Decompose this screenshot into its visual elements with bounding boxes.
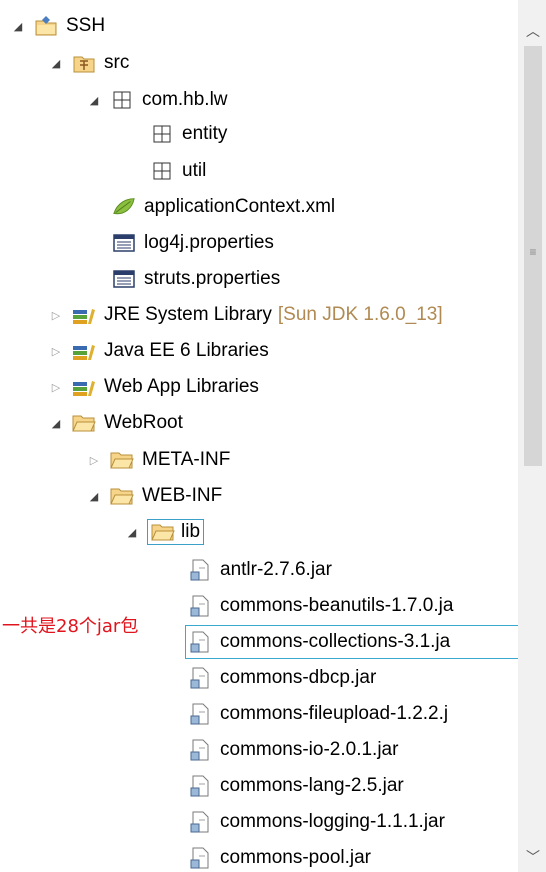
tree-item-webroot[interactable]: ◢ WebRoot bbox=[48, 405, 183, 441]
tree-item-decoration: [Sun JDK 1.6.0_13] bbox=[277, 304, 443, 325]
tree-item-label: log4j.properties bbox=[144, 232, 274, 253]
tree-item-jar[interactable]: commons-beanutils-1.7.0.ja bbox=[188, 588, 453, 624]
tree-item-label: com.hb.lw bbox=[142, 89, 228, 110]
properties-file-icon bbox=[112, 267, 136, 291]
tree-item-label: Java EE 6 Libraries bbox=[104, 340, 269, 361]
collapsed-triangle-icon[interactable]: ▷ bbox=[86, 452, 102, 468]
tree-item-jre[interactable]: ▷ JRE System Library [Sun JDK 1.6.0_13] bbox=[48, 297, 443, 333]
folder-icon bbox=[110, 484, 134, 508]
tree-item-metainf[interactable]: ▷ META-INF bbox=[86, 442, 231, 478]
spring-xml-icon bbox=[112, 195, 136, 219]
tree-item-label: JRE System Library bbox=[104, 304, 272, 325]
hover-selection-box bbox=[185, 625, 518, 659]
properties-file-icon bbox=[112, 231, 136, 255]
jar-icon bbox=[188, 846, 212, 870]
collapsed-triangle-icon[interactable]: ▷ bbox=[48, 379, 64, 395]
expanded-triangle-icon[interactable]: ◢ bbox=[86, 92, 102, 108]
jar-icon bbox=[188, 594, 212, 618]
collapsed-triangle-icon[interactable]: ▷ bbox=[48, 307, 64, 323]
tree-item-label: Web App Libraries bbox=[104, 376, 259, 397]
expanded-triangle-icon[interactable]: ◢ bbox=[48, 55, 64, 71]
jar-icon bbox=[188, 810, 212, 834]
jar-icon bbox=[188, 702, 212, 726]
expanded-triangle-icon[interactable]: ◢ bbox=[86, 488, 102, 504]
tree-item-lib-selection: lib bbox=[146, 519, 205, 545]
folder-icon bbox=[110, 448, 134, 472]
collapsed-triangle-icon[interactable]: ▷ bbox=[48, 343, 64, 359]
tree-item-log4j[interactable]: log4j.properties bbox=[112, 225, 274, 261]
jar-icon bbox=[188, 774, 212, 798]
package-explorer-tree: ◢ SSH ◢ src ◢ com.hb.lw entity util appl… bbox=[0, 0, 518, 872]
tree-item-jar[interactable]: commons-logging-1.1.1.jar bbox=[188, 804, 445, 840]
jar-icon bbox=[188, 738, 212, 762]
scroll-down-icon[interactable]: ﹀ bbox=[524, 848, 542, 866]
tree-item-util[interactable]: util bbox=[150, 153, 206, 189]
tree-item-webapp[interactable]: ▷ Web App Libraries bbox=[48, 369, 259, 405]
vertical-scrollbar[interactable]: ︿ ≡ ﹀ bbox=[518, 0, 546, 872]
tree-item-label: commons-io-2.0.1.jar bbox=[220, 739, 399, 760]
folder-icon bbox=[151, 520, 175, 544]
tree-item-lib[interactable]: ◢ lib bbox=[124, 514, 205, 550]
library-icon bbox=[72, 375, 96, 399]
tree-item-jar[interactable]: commons-fileupload-1.2.2.j bbox=[188, 696, 448, 732]
tree-item-label: commons-dbcp.jar bbox=[220, 667, 377, 688]
package-icon bbox=[150, 122, 174, 146]
annotation-text: 一共是28个jar包 bbox=[2, 616, 139, 637]
tree-item-label: WebRoot bbox=[104, 412, 183, 433]
expanded-triangle-icon[interactable]: ◢ bbox=[48, 415, 64, 431]
expanded-triangle-icon[interactable]: ◢ bbox=[10, 18, 26, 34]
library-icon bbox=[72, 303, 96, 327]
package-icon bbox=[110, 88, 134, 112]
tree-item-label: SSH bbox=[66, 15, 106, 36]
tree-item-label: applicationContext.xml bbox=[144, 196, 336, 217]
tree-item-label: commons-beanutils-1.7.0.ja bbox=[220, 595, 454, 616]
tree-item-label: antlr-2.7.6.jar bbox=[220, 559, 332, 580]
tree-item-jar[interactable]: commons-dbcp.jar bbox=[188, 660, 376, 696]
scroll-up-icon[interactable]: ︿ bbox=[524, 22, 542, 40]
tree-item-label: src bbox=[104, 52, 130, 73]
tree-item-project[interactable]: ◢ SSH bbox=[10, 8, 105, 44]
folder-icon bbox=[72, 411, 96, 435]
package-icon bbox=[150, 159, 174, 183]
tree-item-label: lib bbox=[181, 521, 201, 542]
source-folder-icon bbox=[72, 51, 96, 75]
tree-item-label: struts.properties bbox=[144, 268, 281, 289]
tree-item-label: commons-pool.jar bbox=[220, 847, 371, 868]
tree-item-label: WEB-INF bbox=[142, 485, 223, 506]
tree-item-entity[interactable]: entity bbox=[150, 116, 227, 152]
tree-item-jar[interactable]: commons-io-2.0.1.jar bbox=[188, 732, 398, 768]
library-icon bbox=[72, 339, 96, 363]
tree-item-jar[interactable]: antlr-2.7.6.jar bbox=[188, 552, 332, 588]
tree-item-src[interactable]: ◢ src bbox=[48, 45, 130, 81]
expanded-triangle-icon[interactable]: ◢ bbox=[124, 524, 140, 540]
project-icon bbox=[34, 14, 58, 38]
tree-item-jar[interactable]: commons-lang-2.5.jar bbox=[188, 768, 404, 804]
tree-item-label: util bbox=[182, 160, 207, 181]
tree-item-webinf[interactable]: ◢ WEB-INF bbox=[86, 478, 222, 514]
jar-icon bbox=[188, 558, 212, 582]
tree-item-label: commons-lang-2.5.jar bbox=[220, 775, 404, 796]
tree-item-javaee[interactable]: ▷ Java EE 6 Libraries bbox=[48, 333, 269, 369]
tree-item-appctx[interactable]: applicationContext.xml bbox=[112, 189, 335, 225]
tree-item-label: commons-logging-1.1.1.jar bbox=[220, 811, 445, 832]
tree-item-package[interactable]: ◢ com.hb.lw bbox=[86, 82, 228, 118]
scrollbar-grip-icon: ≡ bbox=[529, 245, 537, 259]
tree-item-jar[interactable]: commons-pool.jar bbox=[188, 840, 371, 872]
tree-item-label: commons-fileupload-1.2.2.j bbox=[220, 703, 449, 724]
jar-icon bbox=[188, 666, 212, 690]
tree-item-label: META-INF bbox=[142, 449, 231, 470]
tree-item-struts[interactable]: struts.properties bbox=[112, 261, 280, 297]
tree-item-label: entity bbox=[182, 123, 228, 144]
